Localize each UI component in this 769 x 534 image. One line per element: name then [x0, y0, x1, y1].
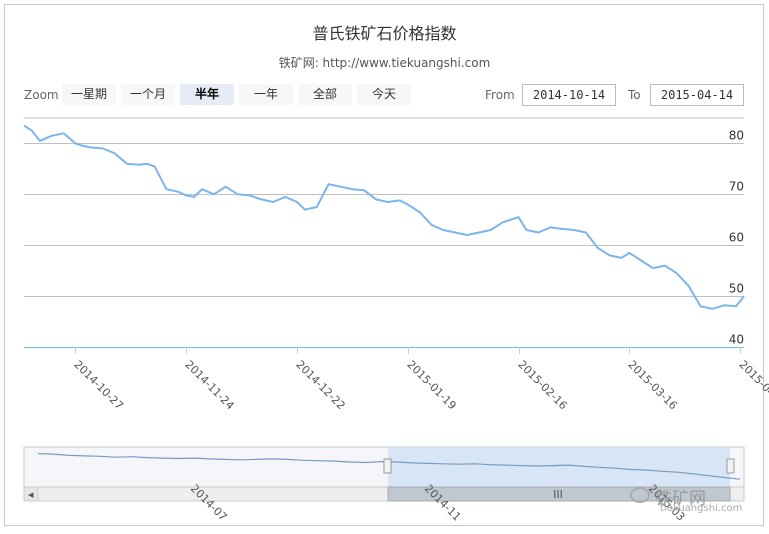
wechat-icon: [630, 487, 650, 503]
x-tick-label: 2014-12-22: [293, 358, 347, 412]
navigator[interactable]: ◂ III2014-07 2014-11 2015-03: [23, 446, 745, 524]
x-tick-label: 2014-10-27: [71, 358, 125, 412]
grid-lines: [24, 117, 744, 348]
navigator-selection: [388, 447, 730, 487]
scrollbar-grip: III: [553, 488, 563, 501]
x-tick-label: 2015-02-16: [515, 358, 569, 412]
series-layer: [23, 124, 745, 310]
y-tick-label: 40: [729, 333, 744, 347]
price-chart: 2014-10-27 2014-11-24 2014-12-22 2015-01-19…: [23, 117, 769, 524]
watermark-url: tiekuangshi.com: [660, 503, 743, 514]
x-tick-label: 2015-03-16: [625, 358, 679, 412]
scroll-left-icon: ◂: [28, 488, 34, 501]
x-tick-label: 2014-11-24: [182, 358, 236, 412]
y-tick-label: 60: [729, 231, 744, 245]
x-tick-label: 2015-01-19: [404, 358, 458, 412]
y-axis: 40 50 60 70 80: [729, 129, 744, 347]
x-tick-label: 2015-04-13: [736, 358, 769, 412]
y-tick-label: 80: [729, 129, 744, 143]
y-tick-label: 50: [729, 282, 744, 296]
y-tick-label: 70: [729, 180, 744, 194]
x-axis: 2014-10-27 2014-11-24 2014-12-22 2015-01-19…: [24, 347, 769, 412]
price-series-line: [23, 124, 745, 310]
navigator-handle-left: [383, 458, 392, 474]
navigator-handle-right: [726, 458, 735, 474]
